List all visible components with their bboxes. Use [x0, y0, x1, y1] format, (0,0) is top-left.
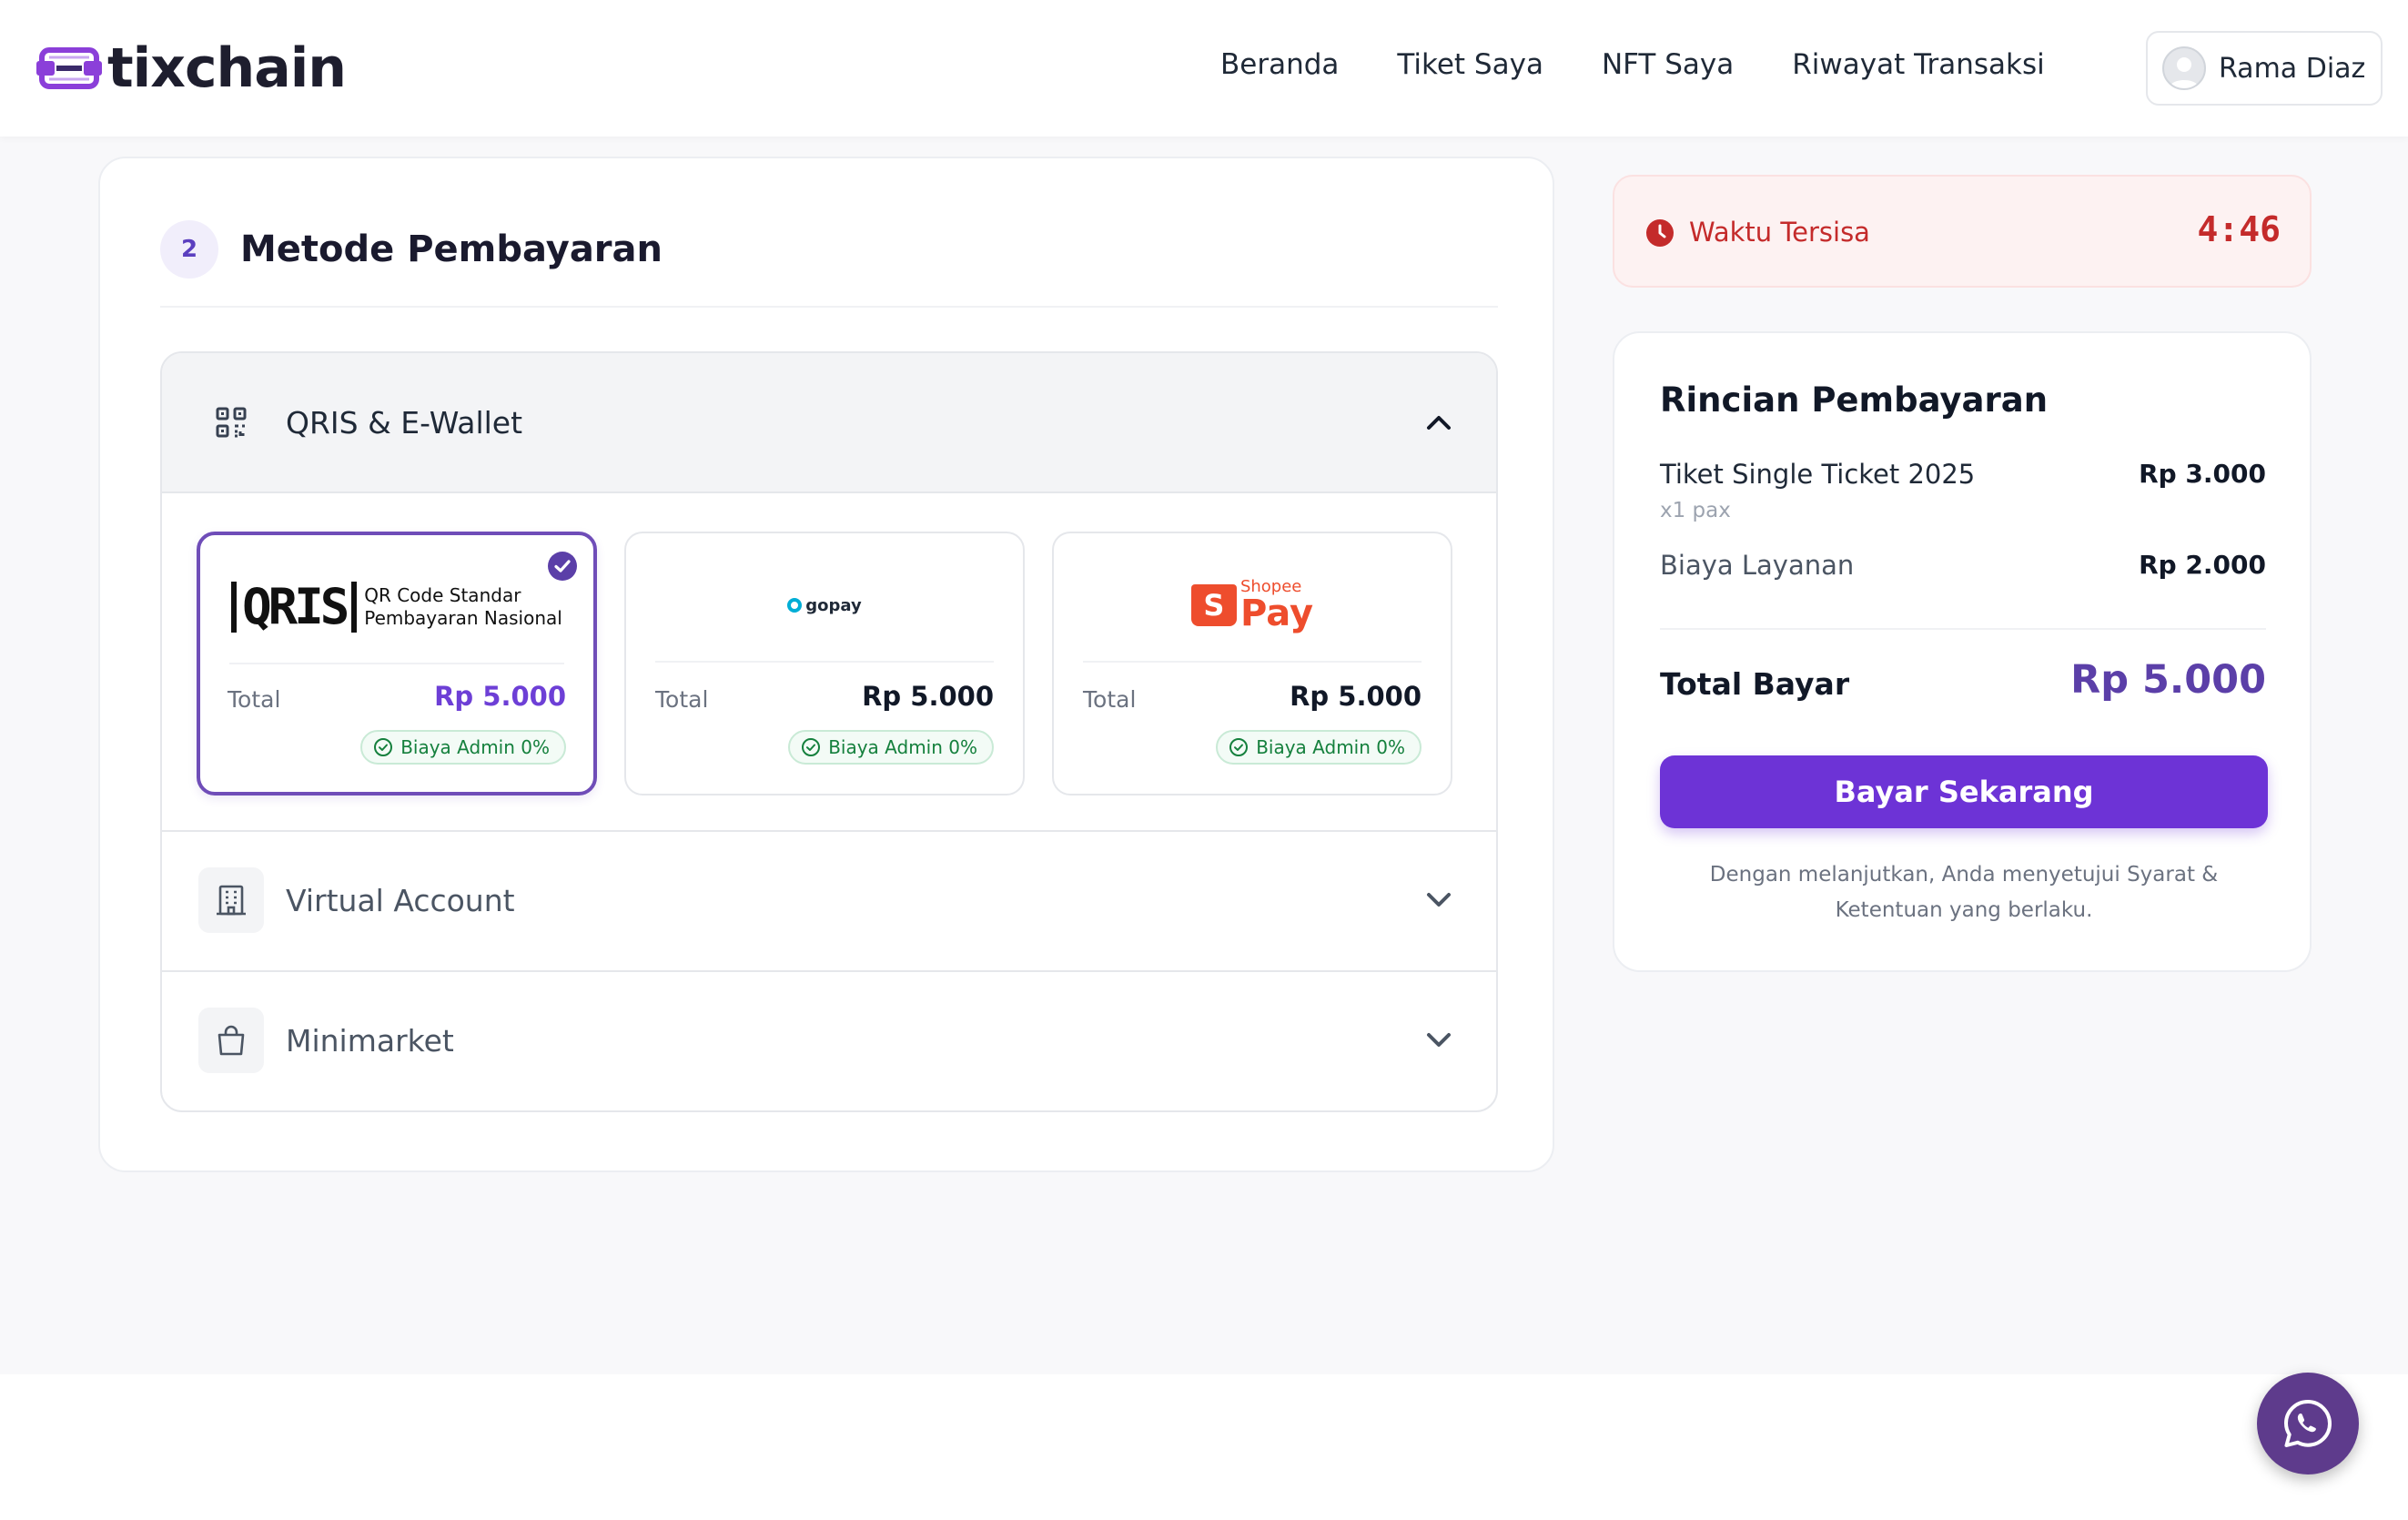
admin-fee-text: Biaya Admin 0% [1256, 736, 1405, 758]
accordion-qris-ewallet[interactable]: QRIS & E-Wallet [162, 353, 1496, 493]
whatsapp-icon [2284, 1400, 2332, 1447]
section-title: Metode Pembayaran [240, 228, 663, 270]
total-label: Total [655, 686, 709, 713]
check-circle-icon [802, 738, 821, 756]
pay-now-button[interactable]: Bayar Sekarang [1660, 755, 2268, 828]
card-divider [1083, 661, 1422, 663]
summary-divider [1660, 628, 2266, 630]
step-number-badge: 2 [160, 220, 218, 279]
shopping-bag-icon [198, 1008, 264, 1073]
nav-beranda[interactable]: Beranda [1220, 48, 1339, 81]
total-label: Total [1083, 686, 1137, 713]
accordion-label: Virtual Account [286, 882, 515, 918]
whatsapp-button[interactable] [2257, 1373, 2359, 1474]
terms-note: Dengan melanjutkan, Anda menyetujui Syar… [1660, 857, 2268, 928]
countdown-timer: Waktu Tersisa 4:46 [1613, 175, 2312, 288]
qr-code-icon [198, 390, 264, 455]
gopay-logo-word: gopay [805, 595, 862, 615]
timer-value: 4:46 [2197, 209, 2281, 249]
terms-line-2: Ketentuan yang berlaku. [1835, 898, 2093, 922]
check-circle-icon [1229, 738, 1249, 756]
nav-nft-saya[interactable]: NFT Saya [1602, 48, 1734, 81]
gopay-dot-icon [787, 598, 803, 613]
user-menu-button[interactable]: Rama Diaz [2146, 31, 2383, 106]
clock-icon [1646, 219, 1674, 247]
nav-tiket-saya[interactable]: Tiket Saya [1397, 48, 1543, 81]
card-divider [229, 663, 564, 664]
chevron-up-icon [1423, 407, 1454, 438]
qris-logo-word: QRIS [231, 582, 358, 633]
brand-name: tixchain [107, 36, 347, 100]
building-icon [198, 867, 264, 933]
admin-fee-badge: Biaya Admin 0% [788, 730, 994, 765]
ticket-value: Rp 3.000 [2139, 459, 2266, 489]
ticket-quantity: x1 pax [1660, 499, 1731, 522]
service-fee-value: Rp 2.000 [2139, 550, 2266, 580]
admin-fee-text: Biaya Admin 0% [828, 736, 977, 758]
footer-area [0, 1374, 2408, 1520]
avatar-icon [2162, 46, 2206, 90]
user-name: Rama Diaz [2219, 52, 2366, 85]
chevron-down-icon [1423, 885, 1454, 916]
shopee-bag-icon: S [1190, 584, 1237, 626]
admin-fee-badge: Biaya Admin 0% [360, 730, 566, 765]
main-nav: Beranda Tiket Saya NFT Saya Riwayat Tran… [1220, 40, 2045, 89]
total-value: Rp 5.000 [434, 681, 566, 712]
total-label: Total [228, 686, 281, 713]
title-divider [160, 306, 1498, 308]
shopeepay-logo: S Shopee Pay [1054, 555, 1451, 655]
method-card-qris[interactable]: QRIS QR Code Standar Pembayaran Nasional… [197, 532, 597, 795]
payment-accordion: QRIS & E-Wallet QRIS QR Code Standar Pem… [160, 351, 1498, 1112]
qris-logo: QRIS QR Code Standar Pembayaran Nasional [200, 557, 593, 657]
chevron-down-icon [1423, 1025, 1454, 1056]
card-divider [655, 661, 994, 663]
accordion-virtual-account[interactable]: Virtual Account [162, 830, 1496, 968]
method-card-shopeepay[interactable]: S Shopee Pay Total Rp 5.000 Biaya Admin … [1052, 532, 1452, 795]
terms-line-1: Dengan melanjutkan, Anda menyetujui Syar… [1709, 863, 2219, 887]
payment-summary-card: Rincian Pembayaran Tiket Single Ticket 2… [1613, 331, 2312, 972]
total-value: Rp 5.000 [862, 681, 994, 712]
grand-total-label: Total Bayar [1660, 666, 1850, 702]
accordion-label: QRIS & E-Wallet [286, 404, 523, 441]
payment-method-card: 2 Metode Pembayaran QRIS & E-Wallet QRIS… [98, 157, 1554, 1172]
service-fee-label: Biaya Layanan [1660, 550, 1855, 581]
qris-logo-sub-2: Pembayaran Nasional [364, 607, 562, 629]
ticket-label: Tiket Single Ticket 2025 [1660, 459, 1976, 490]
brand-logo[interactable]: tixchain [36, 36, 347, 100]
timer-label: Waktu Tersisa [1689, 217, 1870, 248]
total-value: Rp 5.000 [1290, 681, 1422, 712]
gopay-logo: gopay [626, 555, 1023, 655]
grand-total-value: Rp 5.000 [2070, 657, 2266, 703]
accordion-label: Minimarket [286, 1022, 454, 1059]
shopeepay-logo-word: Pay [1239, 593, 1314, 634]
method-card-gopay[interactable]: gopay Total Rp 5.000 Biaya Admin 0% [624, 532, 1025, 795]
admin-fee-badge: Biaya Admin 0% [1216, 730, 1422, 765]
top-navbar: tixchain Beranda Tiket Saya NFT Saya Riw… [0, 0, 2408, 137]
admin-fee-text: Biaya Admin 0% [400, 736, 550, 758]
accordion-minimarket[interactable]: Minimarket [162, 970, 1496, 1109]
summary-title: Rincian Pembayaran [1660, 380, 2049, 420]
tixchain-logo-icon [36, 47, 102, 89]
nav-riwayat-transaksi[interactable]: Riwayat Transaksi [1792, 48, 2045, 81]
qris-logo-sub-1: QR Code Standar [364, 584, 521, 606]
check-circle-icon [374, 738, 393, 756]
